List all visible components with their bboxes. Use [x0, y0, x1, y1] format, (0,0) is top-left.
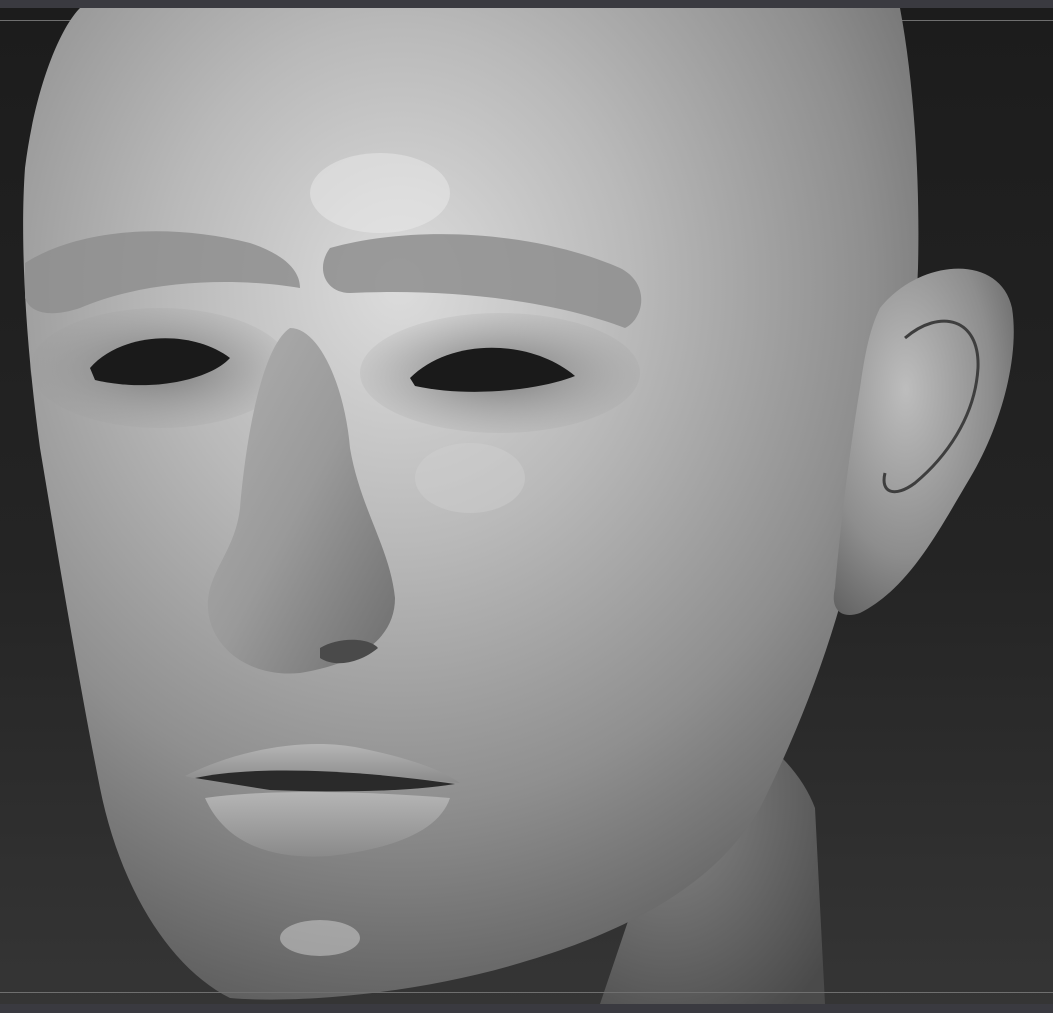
cheek-highlight: [415, 443, 525, 513]
chin-highlight: [280, 920, 360, 956]
viewport-bottom-border-line: [0, 992, 1053, 993]
bottom-toolbar-strip: [0, 1004, 1053, 1013]
3d-viewport[interactable]: [0, 8, 1053, 1004]
forehead-highlight: [310, 153, 450, 233]
top-toolbar-strip: [0, 0, 1053, 8]
sculpted-head-model[interactable]: [0, 8, 1053, 1004]
app-window: [0, 0, 1053, 1013]
